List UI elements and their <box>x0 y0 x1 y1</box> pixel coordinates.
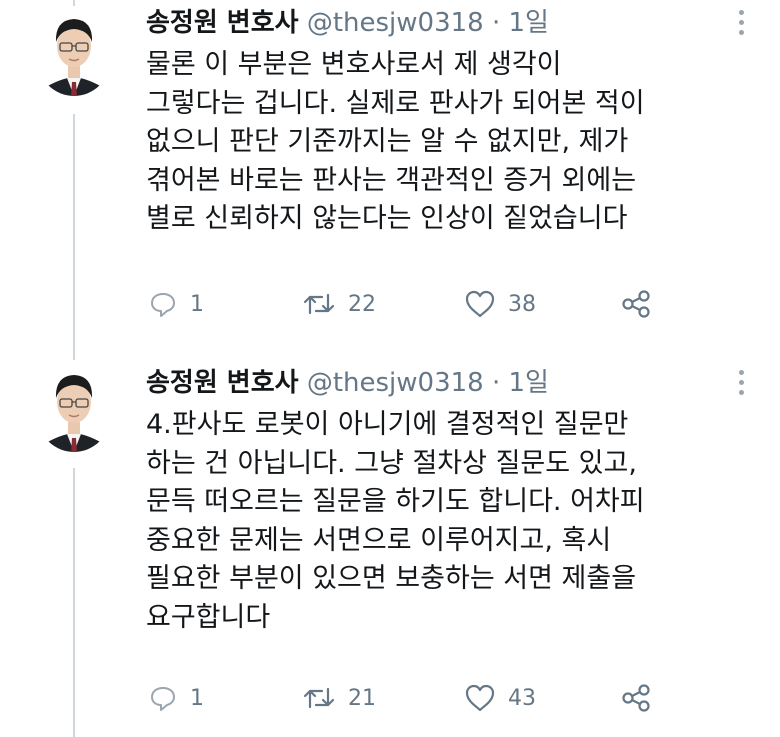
retweet-count: 22 <box>348 291 376 317</box>
reply-button[interactable]: 1 <box>148 286 204 322</box>
retweet-icon <box>303 687 335 709</box>
tweet-text-line: 별로 신뢰하지 않는다는 인상이 짙었습니다 <box>146 203 628 234</box>
reply-count: 1 <box>190 291 204 317</box>
like-count: 43 <box>508 685 536 711</box>
timestamp[interactable]: 1일 <box>509 368 549 398</box>
retweet-count: 21 <box>348 685 376 711</box>
reply-icon <box>151 687 175 711</box>
tweet-text-line: 겪어본 바로는 판사는 객관적인 증거 외에는 <box>146 164 637 196</box>
more-options-icon[interactable] <box>736 10 746 40</box>
avatar[interactable] <box>38 8 110 106</box>
tweet-text-line: 그렇다는 겁니다. 실제로 판사가 되어본 적이 <box>146 87 645 119</box>
like-count: 38 <box>508 291 536 317</box>
retweet-button[interactable]: 21 <box>302 680 376 716</box>
tweet-text-line: 요구합니다 <box>146 601 271 633</box>
tweet-header: 송정원 변호사 @thesjw0318 · 1일 <box>146 6 549 40</box>
tweet-text-line: 물론 이 부분은 변호사로서 제 생각이 <box>146 49 562 80</box>
heart-icon <box>465 684 495 712</box>
author-handle[interactable]: @thesjw0318 <box>307 368 484 398</box>
reply-button[interactable]: 1 <box>148 680 204 716</box>
tweet-text-line: 문득 떠오르는 질문을 하기도 합니다. 어차피 <box>146 486 645 517</box>
tweet-header: 송정원 변호사 @thesjw0318 · 1일 <box>146 366 549 400</box>
tweet-actions: 1 21 43 <box>146 680 706 716</box>
separator-dot: · <box>491 8 501 38</box>
tweet-text: 물론 이 부분은 변호사로서 제 생각이 그렇다는 겁니다. 실제로 판사가 되… <box>146 46 756 239</box>
tweet-text-line: 없으니 판단 기준까지는 알 수 없지만, 제가 <box>146 126 629 157</box>
tweet-text-line: 중요한 문제는 서면으로 이루어지고, 혹시 <box>146 524 612 556</box>
author-name[interactable]: 송정원 변호사 <box>146 368 299 398</box>
like-button[interactable]: 43 <box>464 680 536 716</box>
heart-icon <box>465 290 495 318</box>
reply-icon <box>151 293 175 317</box>
tweet[interactable]: 송정원 변호사 @thesjw0318 · 1일 물론 이 부분은 변호사로서 … <box>0 0 780 360</box>
tweet[interactable]: 송정원 변호사 @thesjw0318 · 1일 4.판사도 로봇이 아니기에 … <box>0 360 780 737</box>
author-name[interactable]: 송정원 변호사 <box>146 8 299 38</box>
share-icon <box>622 684 650 712</box>
share-button[interactable] <box>620 680 652 716</box>
tweet-text-line: 필요한 부분이 있으면 보충하는 서면 제출을 <box>146 563 637 594</box>
avatar[interactable] <box>38 364 110 462</box>
retweet-icon <box>303 293 335 315</box>
more-options-icon[interactable] <box>736 370 746 400</box>
like-button[interactable]: 38 <box>464 286 536 322</box>
author-handle[interactable]: @thesjw0318 <box>307 8 484 38</box>
reply-count: 1 <box>190 685 204 711</box>
tweet-actions: 1 22 38 <box>146 286 706 322</box>
share-icon <box>622 290 650 318</box>
separator-dot: · <box>491 368 501 398</box>
retweet-button[interactable]: 22 <box>302 286 376 322</box>
tweet-text-line: 4.판사도 로봇이 아니기에 결정적인 질문만 <box>146 409 629 440</box>
tweet-text-line: 하는 건 아닙니다. 그냥 절차상 질문도 있고, <box>146 447 637 479</box>
share-button[interactable] <box>620 286 652 322</box>
timestamp[interactable]: 1일 <box>509 8 549 38</box>
tweet-text: 4.판사도 로봇이 아니기에 결정적인 질문만 하는 건 아닙니다. 그냥 절차… <box>146 406 756 637</box>
